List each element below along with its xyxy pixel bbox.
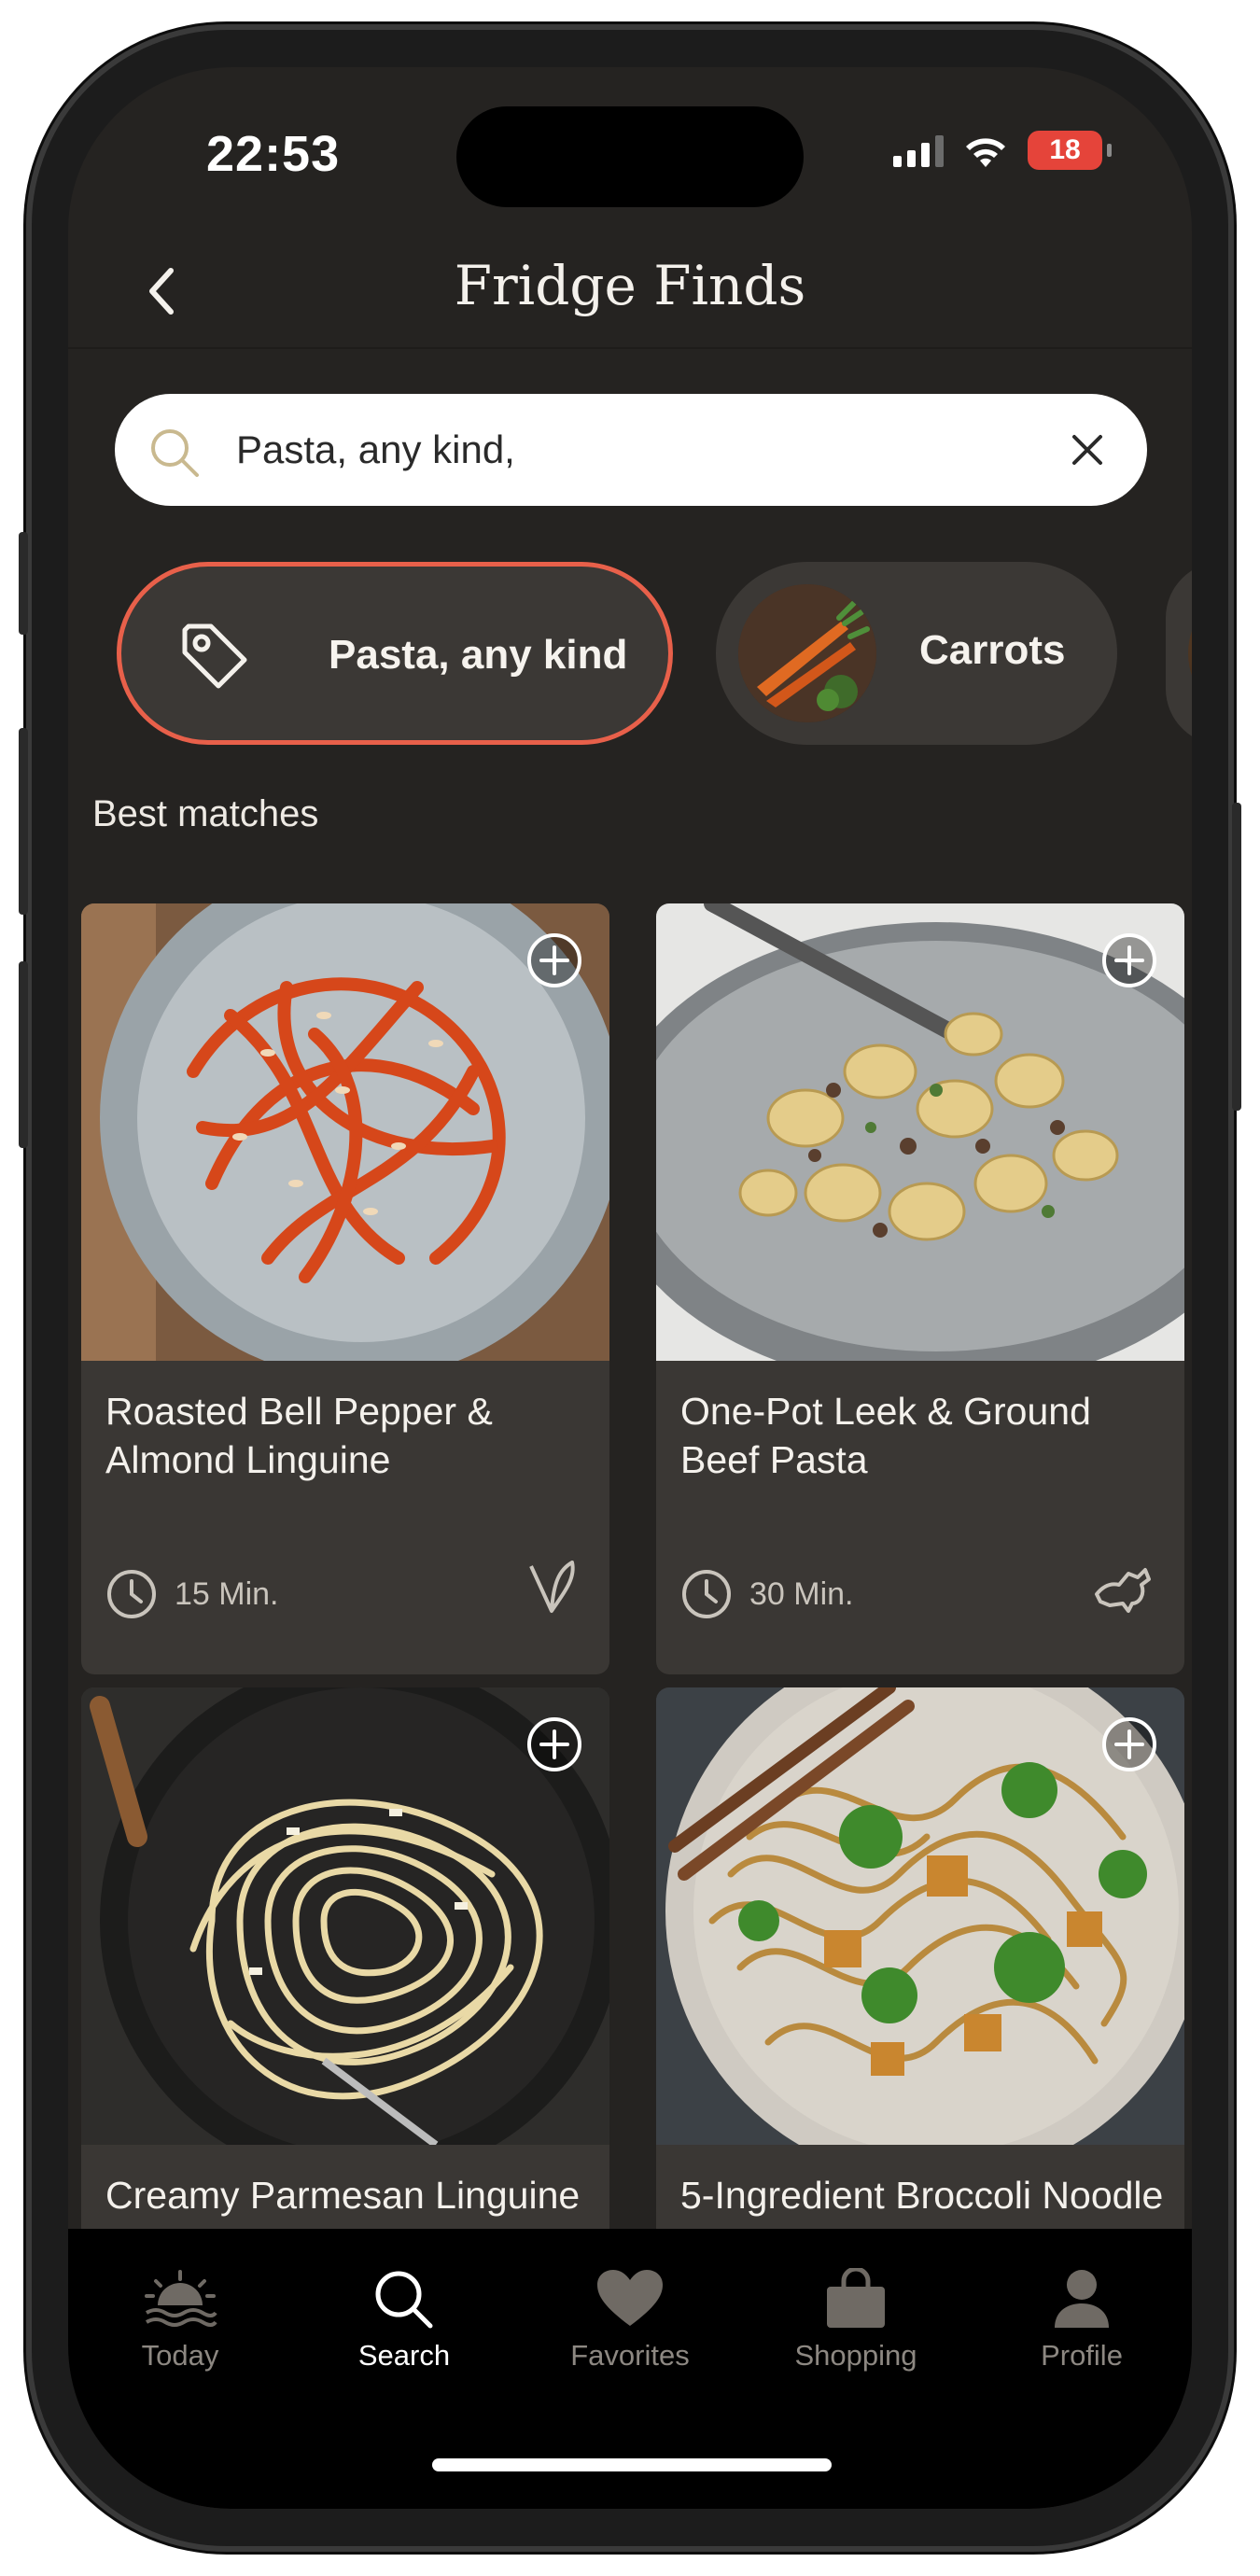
wifi-icon [966,138,1005,167]
filter-chip-next[interactable] [1166,562,1192,745]
dynamic-island [456,106,804,207]
carrots-thumbnail [738,584,876,722]
tab-profile[interactable]: Profile [988,2268,1175,2373]
add-to-plan-icon[interactable] [525,1715,583,1773]
clear-search-icon[interactable] [1065,427,1110,472]
status-time: 22:53 [206,126,341,182]
tab-label: Profile [1041,2339,1123,2372]
battery-indicator: 18 [1028,131,1112,170]
clock-icon [682,1570,731,1618]
tab-search[interactable]: Search [311,2268,497,2373]
cellular-signal-icon [893,133,944,167]
recipe-card[interactable]: Roasted Bell Pepper & Almond Linguine 15… [81,903,609,1674]
tab-label: Today [141,2339,219,2372]
search-icon [375,2271,433,2329]
tab-shopping[interactable]: Shopping [763,2268,949,2373]
leaf-icon [529,1561,575,1613]
recipe-meta: 15 Min. [105,1568,279,1620]
volume-down-button [19,961,28,1148]
recipe-image [656,1687,1184,2145]
recipe-image [81,1687,609,2145]
recipe-time: 30 Min. [749,1575,854,1612]
tab-label: Shopping [794,2339,917,2372]
search-icon [151,429,199,477]
recipe-title: Roasted Bell Pepper & Almond Linguine [105,1390,493,1481]
person-icon [1055,2270,1109,2328]
page-title: Fridge Finds [454,254,806,317]
header-divider [68,347,1192,349]
tab-today[interactable]: Today [87,2268,273,2373]
chip-thumbnail [1188,584,1192,722]
app-screen: 22:53 18 Fridge Finds Pasta, any kind, P… [68,67,1192,2509]
power-button [1232,803,1241,1111]
search-bar[interactable] [115,394,1147,506]
add-to-plan-icon[interactable] [1100,1715,1158,1773]
tag-icon [182,623,247,689]
section-title: Best matches [92,793,319,834]
tab-bar: Today Search Favorites Shopping Profile [68,2229,1192,2509]
volume-up-button [19,728,28,915]
recipe-card[interactable]: One-Pot Leek & Ground Beef Pasta 30 Min. [656,903,1184,1674]
recipe-image [81,903,609,1361]
add-to-plan-icon[interactable] [1100,931,1158,989]
add-to-plan-icon[interactable] [525,931,583,989]
tab-label: Search [357,2339,451,2372]
tab-label: Favorites [570,2339,690,2372]
tab-favorites[interactable]: Favorites [537,2268,723,2373]
filter-chip-pasta[interactable]: Pasta, any kind [117,562,673,745]
sunrise-icon [145,2270,217,2327]
clock-icon [107,1570,156,1618]
recipe-time: 15 Min. [175,1575,279,1612]
recipe-image [656,903,1184,1361]
recipe-meta: 30 Min. [680,1568,854,1620]
cow-icon [1095,1568,1151,1613]
search-input[interactable] [236,394,1001,506]
shopping-bag-icon [827,2268,885,2328]
recipe-title: One-Pot Leek & Ground Beef Pasta [680,1390,1091,1481]
action-button [19,532,28,635]
status-icons: 18 [893,131,1112,170]
heart-icon [597,2270,663,2326]
filter-chip-carrots[interactable]: Carrots [716,562,1117,745]
chip-label: Pasta, any kind [329,632,628,678]
chip-label: Carrots [919,627,1066,673]
home-indicator[interactable] [432,2458,832,2471]
